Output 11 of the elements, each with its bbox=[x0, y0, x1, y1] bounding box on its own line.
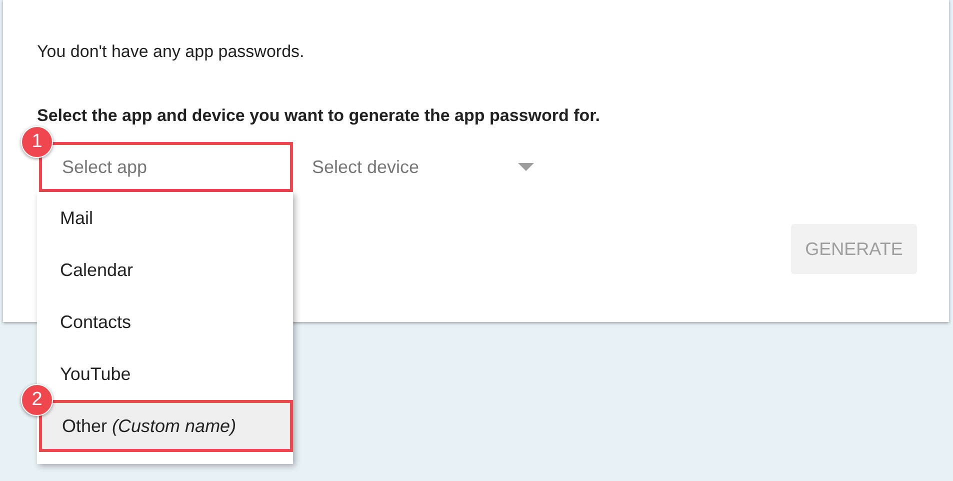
callout-badge: 1 bbox=[21, 126, 53, 158]
callout-badge: 2 bbox=[21, 384, 53, 416]
select-device-dropdown[interactable]: Select device bbox=[312, 142, 540, 192]
menu-item[interactable]: Other (Custom name) bbox=[39, 400, 293, 452]
menu-item[interactable]: Mail bbox=[37, 192, 293, 244]
instruction-text: Select the app and device you want to generate the app password for. bbox=[37, 105, 602, 127]
menu-item[interactable]: Calendar bbox=[37, 244, 293, 296]
menu-item[interactable]: Contacts bbox=[37, 296, 293, 348]
caret-icon bbox=[518, 162, 534, 172]
info-text: You don't have any app passwords. bbox=[37, 41, 306, 63]
select-app-field[interactable]: Select app bbox=[39, 142, 293, 192]
